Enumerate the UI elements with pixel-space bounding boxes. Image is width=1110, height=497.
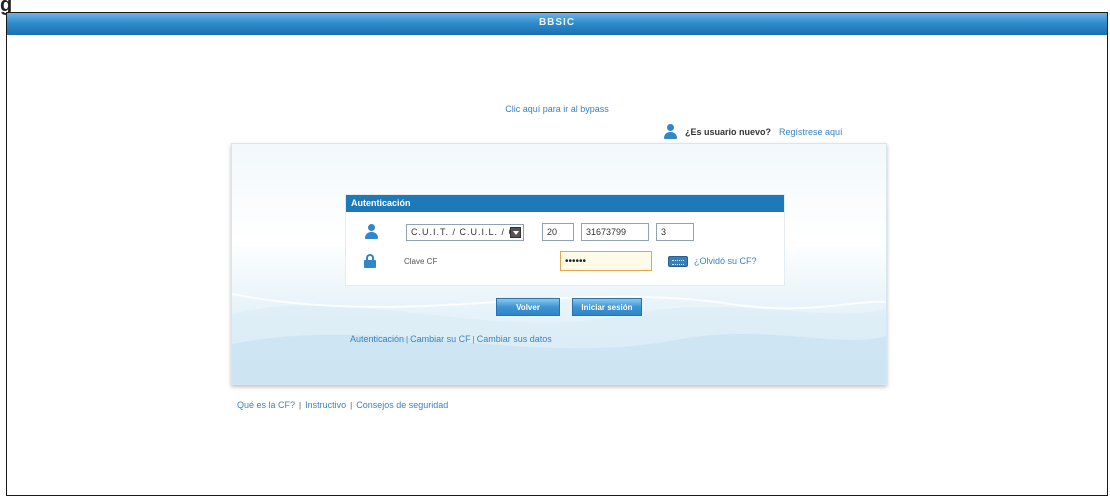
password-input[interactable] xyxy=(560,251,652,271)
login-button[interactable]: Iniciar sesión xyxy=(572,298,642,316)
instructions-link[interactable]: Instructivo xyxy=(305,400,346,410)
new-user-question: ¿Es usuario nuevo? xyxy=(685,127,772,137)
clave-label: Clave CF xyxy=(404,256,438,266)
login-panel: Autenticación C.U.I.T. / C.U.I.L. / C Cl… xyxy=(231,143,887,385)
auth-header: Autenticación xyxy=(346,195,784,212)
register-link[interactable]: Regístrese aquí xyxy=(779,127,843,137)
what-is-cf-link[interactable]: Qué es la CF? xyxy=(237,400,295,410)
cuit-row: C.U.I.T. / C.U.I.L. / C xyxy=(364,223,694,241)
change-password-link[interactable]: Cambiar su CF xyxy=(410,334,471,344)
background-waves xyxy=(232,293,886,384)
top-link-container: Clic aquí para ir al bypass xyxy=(7,99,1107,117)
new-user-bar: ¿Es usuario nuevo? Regístrese aquí xyxy=(663,124,843,140)
security-tips-link[interactable]: Consejos de seguridad xyxy=(356,400,448,410)
cuit-check-digit-input[interactable] xyxy=(656,223,694,241)
back-button[interactable]: Volver xyxy=(496,298,560,316)
bypass-link[interactable]: Clic aquí para ir al bypass xyxy=(505,104,609,114)
user-icon xyxy=(663,124,677,140)
password-row: Clave CF ¿Olvidó su CF? xyxy=(364,251,757,271)
top-bar-title: BBSIC xyxy=(538,17,576,28)
auth-link[interactable]: Autenticación xyxy=(350,334,404,344)
user-icon xyxy=(364,224,378,240)
lock-icon xyxy=(364,254,376,268)
forgot-password-link[interactable]: ¿Olvidó su CF? xyxy=(694,256,757,266)
virtual-keyboard-icon[interactable] xyxy=(668,255,688,267)
top-bar: BBSIC xyxy=(7,13,1107,35)
cuit-number-input[interactable] xyxy=(581,223,649,241)
auth-box: Autenticación C.U.I.T. / C.U.I.L. / C Cl… xyxy=(345,194,785,286)
page: g BBSIC Clic aquí para ir al bypass ¿Es … xyxy=(0,0,1110,497)
panel-links: Autenticación | Cambiar su CF | Cambiar sus … xyxy=(350,334,552,344)
footer-links: Qué es la CF? | Instructivo | Consejos de se… xyxy=(237,400,449,410)
change-data-link[interactable]: Cambiar sus datos xyxy=(477,334,552,344)
doc-type-value: C.U.I.T. / C.U.I.L. / C xyxy=(411,227,510,237)
chevron-down-icon[interactable] xyxy=(510,226,521,238)
doc-type-select[interactable]: C.U.I.T. / C.U.I.L. / C xyxy=(406,223,524,241)
browser-frame: BBSIC Clic aquí para ir al bypass ¿Es us… xyxy=(6,12,1108,496)
cuit-prefix-input[interactable] xyxy=(542,223,574,241)
